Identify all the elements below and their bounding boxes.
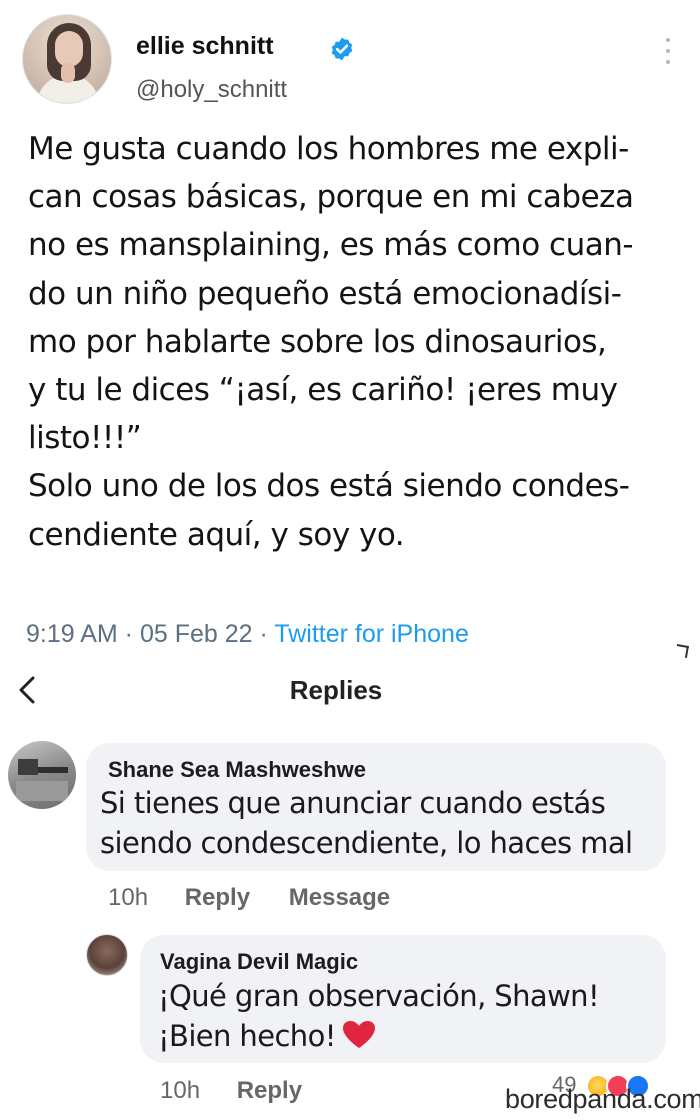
comment-text: Si tienes que anunciar cuando estás sien… — [100, 783, 633, 863]
more-icon[interactable] — [665, 38, 671, 64]
tweet-text-line: no es mansplaining, es más como cuan- — [28, 227, 634, 264]
tweet-header: ellie schnitt @holy_schnitt — [22, 14, 682, 106]
reply-button[interactable]: Reply — [237, 1077, 302, 1105]
meta-separator: · — [252, 620, 275, 648]
tweet-text-line: Me gusta cuando los hombres me expli- — [28, 131, 629, 167]
comment-text-line: Si tienes que anunciar cuando estás — [100, 786, 606, 820]
tweet-text-line: mo por hablarte sobre los dinosaurios, — [28, 323, 607, 360]
comment-text: ¡Qué gran observación, Shawn! ¡Bien hech… — [158, 976, 600, 1056]
comment-time: 10h — [160, 1077, 201, 1104]
watermark: boredpanda.com — [505, 1084, 700, 1114]
tweet-text: Me gusta cuando los hombres me expli- ca… — [28, 125, 688, 559]
author-handle[interactable]: @holy_schnitt — [136, 76, 287, 104]
comment-actions: 10h Reply — [160, 1077, 302, 1105]
tweet-source-link[interactable]: Twitter for iPhone — [274, 620, 469, 648]
tweet-text-line: do un niño pequeño está emocionadísi- — [28, 275, 622, 312]
comment-time: 10h — [108, 884, 149, 911]
tweet-date[interactable]: 05 Feb 22 — [140, 620, 253, 648]
tweet-text-line: Solo uno de los dos está siendo condes- — [28, 468, 630, 505]
message-button[interactable]: Message — [289, 884, 390, 912]
commenter-avatar[interactable] — [8, 741, 76, 809]
comment-text-fragment: ¡Bien hecho! — [158, 1019, 336, 1053]
author-avatar[interactable] — [22, 14, 112, 104]
reply-button[interactable]: Reply — [185, 884, 250, 912]
tweet-text-line: can cosas básicas, porque en mi cabeza — [28, 179, 634, 216]
comment-author[interactable]: Vagina Devil Magic — [160, 949, 358, 975]
tweet-text-line: y tu le dices “¡así, es cariño! ¡eres mu… — [28, 372, 618, 409]
comment-author[interactable]: Shane Sea Mashweshwe — [108, 757, 366, 783]
comment-text-line: ¡Bien hecho! — [158, 1016, 599, 1056]
author-name[interactable]: ellie schnitt — [136, 32, 274, 61]
meta-separator: · — [117, 620, 140, 648]
comment-actions: 10h Reply Message — [108, 884, 390, 912]
comment-text-line: ¡Qué gran observación, Shawn! — [158, 979, 600, 1013]
corner-arrow-icon — [675, 644, 689, 658]
replies-title: Replies — [289, 675, 383, 705]
tweet-text-line: listo!!!” — [28, 420, 142, 457]
commenter-avatar[interactable] — [86, 934, 128, 976]
tweet-meta: 9:19 AM · 05 Feb 22 · Twitter for iPhone — [26, 620, 469, 649]
tweet-text-line: cendiente aquí, y soy yo. — [28, 516, 405, 553]
verified-badge-icon — [331, 37, 353, 61]
heart-emoji-icon — [342, 1021, 375, 1048]
tweet-time[interactable]: 9:19 AM — [26, 620, 118, 648]
comment-text-line: siendo condescendiente, lo haces mal — [100, 826, 633, 860]
